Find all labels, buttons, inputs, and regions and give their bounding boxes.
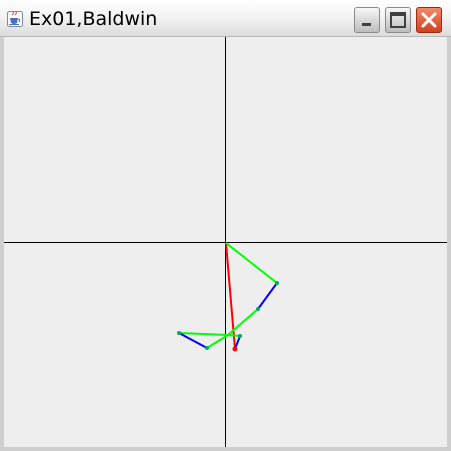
maximize-icon — [390, 12, 406, 28]
joint-marker — [177, 331, 181, 335]
close-button[interactable] — [416, 7, 442, 33]
window-frame-right — [447, 37, 451, 451]
green-segment — [206, 334, 229, 349]
window-frame-bottom — [0, 447, 451, 451]
app-window: Ex01,Baldwin — [0, 0, 451, 451]
java-cup-icon — [7, 11, 23, 27]
blue-segment — [257, 282, 278, 310]
joint-marker — [238, 334, 242, 338]
window-title: Ex01,Baldwin — [29, 8, 158, 30]
joint-marker — [256, 307, 260, 311]
joint-marker — [232, 346, 238, 352]
maximize-button[interactable] — [385, 7, 411, 33]
close-icon — [421, 12, 437, 28]
joint-marker — [275, 281, 279, 285]
title-bar[interactable]: Ex01,Baldwin — [0, 0, 451, 37]
joint-marker — [205, 346, 209, 350]
green-segment — [178, 332, 229, 336]
green-segment — [225, 242, 278, 284]
drawing-canvas — [4, 37, 447, 447]
blue-segment — [178, 332, 208, 349]
minimize-button[interactable] — [354, 7, 380, 33]
minimize-icon — [362, 23, 371, 26]
